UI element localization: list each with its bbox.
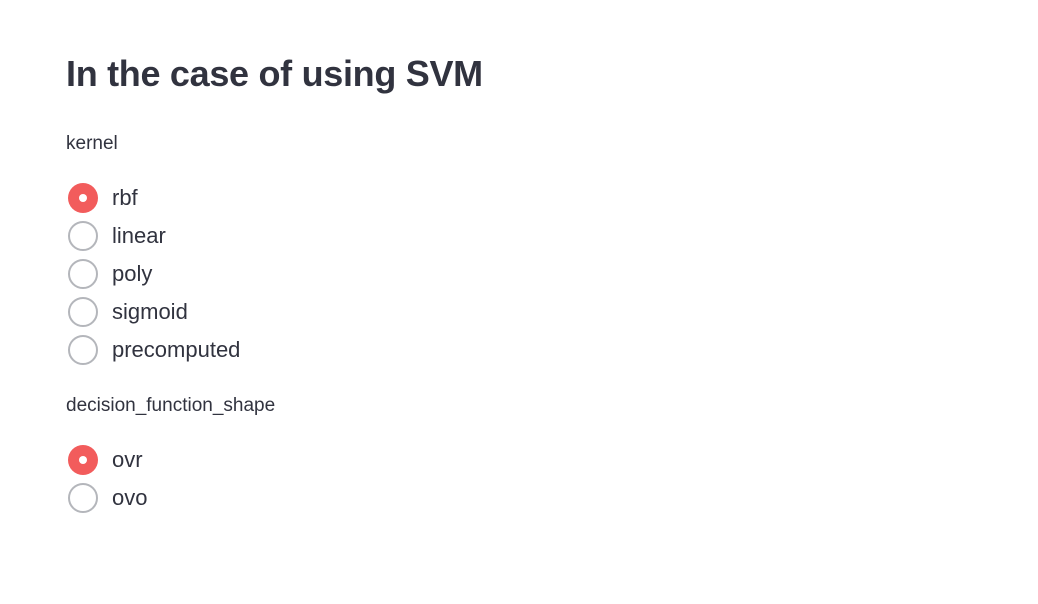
kernel-option-label: sigmoid xyxy=(112,299,188,324)
decision-function-shape-option-ovo[interactable]: ovo xyxy=(66,479,275,517)
radio-button[interactable] xyxy=(68,335,98,365)
kernel-option-label: precomputed xyxy=(112,337,241,362)
kernel-option-precomputed[interactable]: precomputed xyxy=(66,331,240,369)
kernel-label: kernel xyxy=(66,133,118,154)
kernel-option-linear[interactable]: linear xyxy=(66,217,240,255)
page: In the case of using SVM kernel rbf line… xyxy=(0,0,1038,604)
kernel-option-rbf[interactable]: rbf xyxy=(66,179,240,217)
kernel-option-poly[interactable]: poly xyxy=(66,255,240,293)
radio-button[interactable] xyxy=(68,221,98,251)
kernel-options: rbf linear poly sigmoid precomputed xyxy=(66,179,240,369)
radio-button[interactable] xyxy=(68,259,98,289)
radio-button[interactable] xyxy=(68,445,98,475)
radio-dot-icon xyxy=(79,456,87,464)
radio-button[interactable] xyxy=(68,183,98,213)
kernel-radio-group: kernel rbf linear poly sigmoid precomput… xyxy=(66,131,240,369)
decision-function-shape-option-label: ovr xyxy=(112,447,143,472)
kernel-option-label: linear xyxy=(112,223,166,248)
decision-function-shape-option-label: ovo xyxy=(112,485,148,510)
kernel-option-label: rbf xyxy=(112,185,138,210)
decision-function-shape-option-ovr[interactable]: ovr xyxy=(66,441,275,479)
radio-button[interactable] xyxy=(68,483,98,513)
decision-function-shape-radio-group: decision_function_shape ovr ovo xyxy=(66,393,275,517)
decision-function-shape-label: decision_function_shape xyxy=(66,395,276,416)
decision-function-shape-options: ovr ovo xyxy=(66,441,275,517)
kernel-option-label: poly xyxy=(112,261,153,286)
page-title: In the case of using SVM xyxy=(66,53,483,94)
radio-dot-icon xyxy=(79,194,87,202)
kernel-option-sigmoid[interactable]: sigmoid xyxy=(66,293,240,331)
radio-button[interactable] xyxy=(68,297,98,327)
